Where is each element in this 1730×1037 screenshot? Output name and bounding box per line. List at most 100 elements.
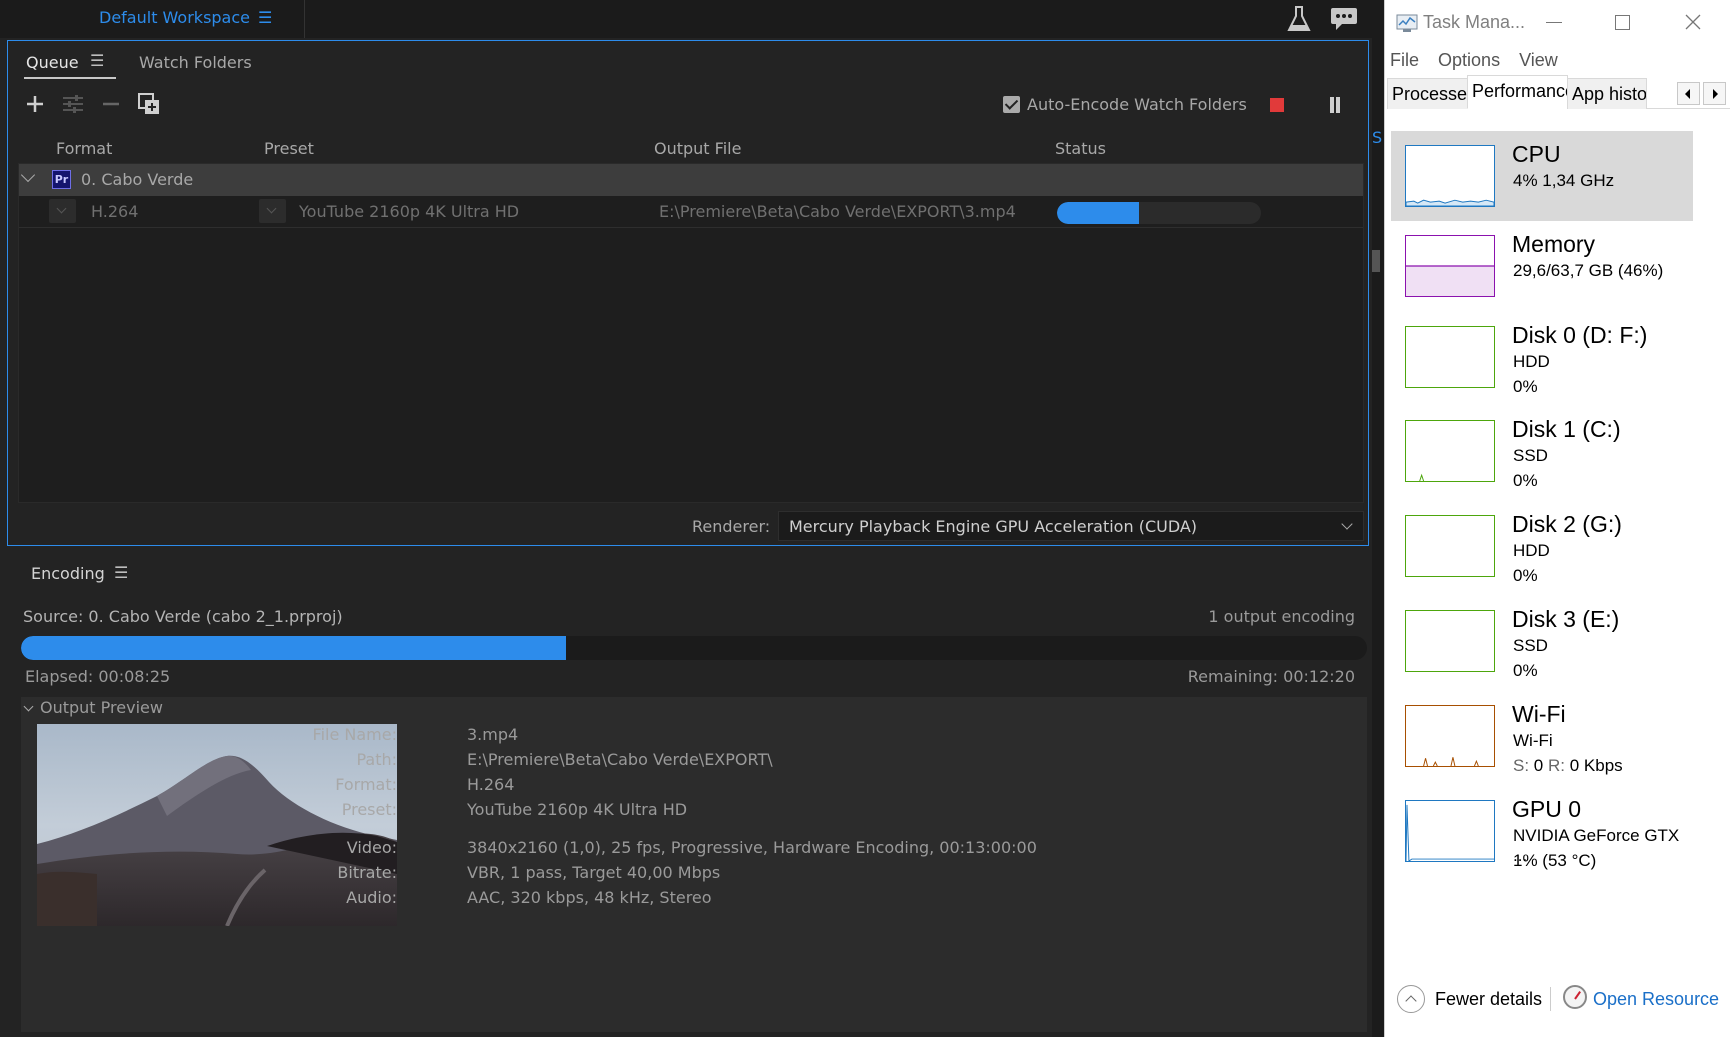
format-dropdown-icon[interactable]	[49, 199, 76, 223]
meta-file-name: 3.mp4	[467, 725, 519, 744]
output-preview-toggle[interactable]: Output Preview	[23, 698, 163, 717]
meta-format: H.264	[467, 775, 515, 794]
disk-1-type: SSD	[1513, 446, 1548, 465]
wifi-adapter: Wi-Fi	[1513, 731, 1553, 750]
meta-bitrate: VBR, 1 pass, Target 40,00 Mbps	[467, 863, 721, 882]
group-name: 0. Cabo Verde	[81, 170, 194, 189]
chevron-down-icon	[1341, 518, 1353, 530]
preset-dropdown-icon[interactable]	[259, 199, 286, 223]
queue-panel: Queue ☰ Watch Folders Auto-Encode Watch …	[7, 40, 1369, 546]
disk-3-name: Disk 3 (E:)	[1512, 606, 1620, 632]
disk-0-name: Disk 0 (D: F:)	[1512, 322, 1648, 348]
perf-item-disk-3[interactable]: Disk 3 (E:) SSD 0%	[1391, 596, 1693, 686]
tab-watch-folders[interactable]: Watch Folders	[139, 53, 252, 72]
scroll-left-icon[interactable]	[1677, 82, 1700, 105]
perf-item-memory[interactable]: Memory 29,6/63,7 GB (46%)	[1391, 221, 1693, 311]
tab-app-history[interactable]: App histor	[1567, 78, 1647, 109]
add-icon[interactable]	[22, 91, 48, 117]
perf-item-cpu[interactable]: CPU 4% 1,34 GHz	[1391, 131, 1693, 221]
chevron-up-icon[interactable]	[1397, 985, 1425, 1013]
item-progress-fill	[1057, 202, 1139, 224]
disk-1-name: Disk 1 (C:)	[1512, 416, 1621, 442]
menu-view[interactable]: View	[1519, 50, 1558, 70]
item-preset[interactable]: YouTube 2160p 4K Ultra HD	[299, 202, 519, 221]
remove-icon[interactable]	[98, 91, 124, 117]
divider	[1550, 987, 1551, 1011]
performance-list: CPU 4% 1,34 GHz Memory 29,6/63,7 GB (46%…	[1385, 110, 1730, 972]
item-output-file[interactable]: E:\Premiere\Beta\Cabo Verde\EXPORT\3.mp4	[659, 202, 1016, 221]
tab-bar: Processes Performance App histor	[1387, 75, 1730, 109]
renderer-value: Mercury Playback Engine GPU Acceleration…	[789, 517, 1198, 536]
perf-item-disk-2[interactable]: Disk 2 (G:) HDD 0%	[1391, 501, 1693, 591]
panel-menu-icon[interactable]: ☰	[90, 51, 104, 70]
workspace-title[interactable]: Default Workspace	[99, 8, 250, 27]
task-manager-window: Task Mana... File Options View Processes…	[1384, 0, 1730, 1037]
tab-queue[interactable]: Queue	[26, 53, 79, 72]
workspace-bar: Default Workspace ☰	[0, 0, 1372, 38]
queue-group-row[interactable]: Pr 0. Cabo Verde	[19, 164, 1363, 196]
scroll-right-icon[interactable]	[1703, 82, 1726, 105]
wifi-send-value: 0	[1533, 756, 1544, 775]
fewer-details-button[interactable]: Fewer details	[1435, 989, 1542, 1010]
chat-bubble-icon[interactable]	[1330, 6, 1358, 32]
tab-performance[interactable]: Performance	[1467, 75, 1575, 109]
disk-3-usage: 0%	[1513, 661, 1538, 680]
gpu-graph	[1405, 800, 1495, 862]
meta-video: 3840x2160 (1,0), 25 fps, Progressive, Ha…	[467, 838, 1037, 857]
duplicate-icon[interactable]	[136, 91, 162, 117]
column-format[interactable]: Format	[56, 139, 112, 158]
perf-item-gpu[interactable]: GPU 0 NVIDIA GeForce GTX ... 1% (53 °C)	[1391, 786, 1693, 876]
meta-audio: AAC, 320 kbps, 48 kHz, Stereo	[467, 888, 712, 907]
chevron-down-icon[interactable]	[23, 701, 34, 712]
encoding-output-count: 1 output encoding	[1208, 607, 1355, 626]
renderer-select[interactable]: Mercury Playback Engine GPU Acceleration…	[778, 511, 1364, 541]
open-resource-monitor-link[interactable]: Open Resource	[1593, 989, 1719, 1010]
meta-path: E:\Premiere\Beta\Cabo Verde\EXPORT\	[467, 750, 773, 769]
cpu-usage: 4% 1,34 GHz	[1513, 171, 1615, 190]
auto-encode-checkbox[interactable]: Auto-Encode Watch Folders	[1003, 95, 1247, 114]
pause-queue-button[interactable]	[1328, 97, 1342, 113]
minimize-icon[interactable]	[1546, 22, 1562, 23]
checkbox[interactable]	[1003, 96, 1020, 113]
stop-queue-button[interactable]	[1270, 98, 1284, 112]
maximize-icon[interactable]	[1615, 15, 1630, 30]
memory-usage: 29,6/63,7 GB (46%)	[1513, 261, 1664, 280]
menu-file[interactable]: File	[1390, 50, 1419, 70]
renderer-label: Renderer:	[692, 517, 771, 536]
column-preset[interactable]: Preset	[264, 139, 314, 158]
cpu-graph	[1405, 145, 1495, 207]
perf-item-disk-0[interactable]: Disk 0 (D: F:) HDD 0%	[1391, 312, 1693, 402]
queue-column-headers: Format Preset Output File Status	[18, 135, 1364, 163]
panel-menu-icon[interactable]: ☰	[114, 563, 128, 582]
disk-2-type: HDD	[1513, 541, 1550, 560]
meta-preset: YouTube 2160p 4K Ultra HD	[467, 800, 688, 819]
perf-item-disk-1[interactable]: Disk 1 (C:) SSD 0%	[1391, 406, 1693, 496]
wifi-throughput: S: 0 R: 0 Kbps	[1513, 756, 1623, 776]
item-format[interactable]: H.264	[91, 202, 138, 221]
close-icon[interactable]	[1683, 12, 1703, 32]
encoding-source: Source: 0. Cabo Verde (cabo 2_1.prproj)	[23, 607, 343, 626]
column-output-file[interactable]: Output File	[654, 139, 741, 158]
queue-item-row[interactable]: H.264 YouTube 2160p 4K Ultra HD E:\Premi…	[19, 196, 1363, 228]
meta-key-bitrate: Bitrate:	[337, 863, 397, 882]
flask-icon[interactable]	[1286, 5, 1312, 33]
tab-encoding[interactable]: Encoding	[31, 564, 105, 583]
disk-1-usage: 0%	[1513, 471, 1538, 490]
title-bar[interactable]: Task Mana...	[1385, 0, 1730, 46]
tab-processes[interactable]: Processes	[1387, 78, 1476, 109]
column-status[interactable]: Status	[1055, 139, 1106, 158]
settings-sliders-icon[interactable]	[60, 91, 86, 117]
chevron-down-icon[interactable]	[20, 167, 36, 183]
meta-key-audio: Audio:	[346, 888, 397, 907]
background-scrollbar	[1372, 250, 1380, 272]
task-manager-icon	[1396, 14, 1418, 32]
wifi-name: Wi-Fi	[1512, 701, 1566, 727]
resource-monitor-icon[interactable]	[1563, 985, 1587, 1009]
perf-item-wifi[interactable]: Wi-Fi Wi-Fi S: 0 R: 0 Kbps	[1391, 691, 1693, 781]
hamburger-menu-icon[interactable]: ☰	[258, 8, 272, 27]
menu-options[interactable]: Options	[1438, 50, 1500, 70]
output-preview-label: Output Preview	[40, 698, 163, 717]
wifi-send-label: S:	[1513, 756, 1530, 775]
gpu-name: GPU 0	[1512, 796, 1582, 822]
queue-list: Pr 0. Cabo Verde H.264 YouTube 2160p 4K …	[18, 163, 1364, 503]
